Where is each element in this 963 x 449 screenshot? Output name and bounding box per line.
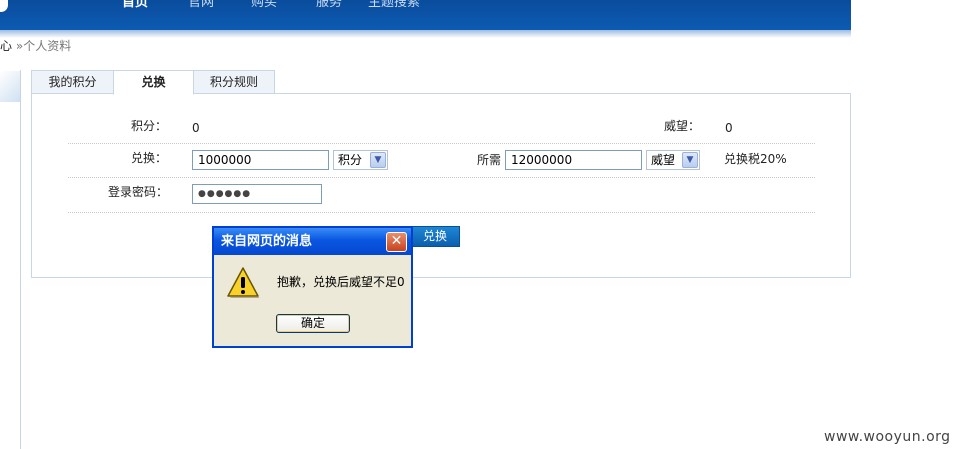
required-label: 所需 [477,153,502,167]
chevron-down-icon[interactable]: ▼ [370,152,386,168]
nav-item-home[interactable]: 首页 [122,0,148,11]
row-divider [68,177,815,178]
exchange-unit-value: 积分 [338,153,363,167]
exchange-label: 兑换： [131,151,168,165]
required-unit-value: 威望 [651,153,676,167]
exchange-amount-input[interactable]: 1000000 [192,150,329,170]
top-nav-bar: 首页 官网 购买 服务 主题搜索 [0,0,851,30]
nav-item-service[interactable]: 服务 [316,0,342,11]
nav-item-official-site[interactable]: 官网 [188,0,214,11]
password-input[interactable]: ●●●●●● [192,184,322,204]
sidebar-edge [0,70,21,449]
password-label: 登录密码： [108,185,169,199]
ok-button[interactable]: 确定 [276,314,350,333]
nav-item-purchase[interactable]: 购买 [251,0,277,11]
breadcrumb: 心 »个人资料 [0,39,71,53]
dialog-message: 抱歉，兑换后威望不足0 [277,275,405,289]
breadcrumb-current: 个人资料 [23,39,72,53]
prestige-label: 威望： [664,119,701,133]
exchange-unit-select[interactable]: 积分 ▼ [333,150,388,170]
sidebar-corner [0,71,20,102]
site-logo-fragment [0,0,8,12]
tab-my-points[interactable]: 我的积分 [31,70,114,94]
tab-exchange[interactable]: 兑换 [113,70,194,95]
required-unit-select[interactable]: 威望 ▼ [646,150,700,170]
close-icon[interactable]: ✕ [386,232,407,252]
nav-shadow [0,30,851,38]
dialog-title: 来自网页的消息 [221,234,313,249]
breadcrumb-parent[interactable]: 心 [0,39,12,53]
nav-item-theme-search[interactable]: 主题搜索 [368,0,420,11]
tab-points-rules[interactable]: 积分规则 [193,70,275,94]
row-divider [68,212,815,213]
required-amount-input[interactable]: 12000000 [505,150,642,170]
points-value: 0 [192,121,200,135]
dialog-titlebar[interactable]: 来自网页的消息 ✕ [214,228,411,255]
prestige-value: 0 [725,121,733,135]
exchange-submit-button[interactable]: 兑换 [410,226,460,247]
watermark: www.wooyun.org [824,429,951,445]
warning-icon [227,267,259,298]
points-label: 积分： [131,119,168,133]
chevron-down-icon[interactable]: ▼ [682,152,698,168]
row-divider [68,143,815,144]
alert-dialog: 来自网页的消息 ✕ 抱歉，兑换后威望不足0 确定 [212,226,413,348]
exchange-tax-text: 兑换税20% [724,152,787,166]
